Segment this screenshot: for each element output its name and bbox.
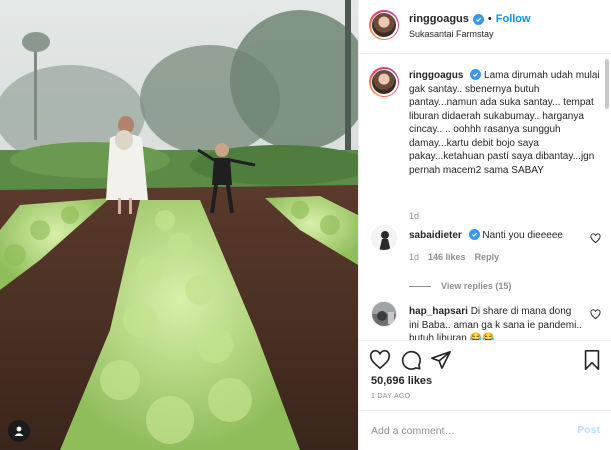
comment-text: hap_hapsari Di share di mana dong ini Ba… — [409, 305, 584, 340]
replies-line — [409, 285, 431, 287]
caption-avatar[interactable] — [369, 67, 399, 97]
commenter-avatar[interactable] — [371, 225, 397, 251]
caption-text: ringgoagus Lama dirumah udah mulai gak s… — [409, 69, 607, 177]
tagged-user-icon[interactable] — [8, 420, 30, 442]
post-location[interactable]: Sukasantai Farmstay — [409, 29, 494, 39]
caption-username[interactable]: ringgoagus — [409, 70, 463, 81]
author-line: ringgoagus • Follow — [409, 13, 531, 25]
like-heart-icon[interactable] — [369, 349, 391, 371]
comment-text: sabaidieter Nanti you dieeeee — [409, 229, 584, 243]
person-icon — [14, 426, 24, 436]
author-avatar[interactable] — [369, 10, 399, 40]
comment-like-heart-icon[interactable] — [590, 233, 601, 244]
comment-like-heart-icon[interactable] — [590, 309, 601, 320]
verified-badge-icon — [470, 69, 482, 80]
view-replies-label: View replies (15) — [441, 281, 512, 291]
reply-button[interactable]: Reply — [475, 252, 500, 262]
post-actions: 50,696 likes 1 DAY AGO — [359, 340, 611, 410]
post-comment-button[interactable]: Post — [577, 424, 600, 436]
commenter-avatar[interactable] — [371, 301, 397, 327]
comment-meta: 1d 146 likes Reply — [409, 252, 499, 262]
share-paper-plane-icon[interactable] — [430, 349, 452, 371]
comment-likes[interactable]: 146 likes — [428, 252, 466, 262]
add-comment-bar: Post — [359, 410, 611, 450]
comment-input[interactable] — [371, 422, 561, 440]
verified-badge-icon — [472, 13, 484, 25]
caption-body: Lama dirumah udah mulai gak santay.. sbe… — [409, 70, 600, 176]
comments-scrollbar[interactable] — [605, 59, 609, 109]
caption-timestamp[interactable]: 1d — [409, 211, 419, 221]
post-header: ringgoagus • Follow Sukasantai Farmstay — [359, 0, 611, 54]
comment-username[interactable]: hap_hapsari — [409, 306, 468, 317]
follow-button[interactable]: Follow — [496, 13, 531, 25]
view-replies-button[interactable]: View replies (15) — [409, 281, 511, 291]
comment-timestamp[interactable]: 1d — [409, 252, 419, 262]
save-bookmark-icon[interactable] — [581, 349, 603, 371]
post-photo[interactable] — [0, 0, 358, 450]
author-username[interactable]: ringgoagus — [409, 13, 469, 25]
header-separator: • — [487, 13, 492, 25]
comment-body: Nanti you dieeeee — [482, 230, 563, 241]
verified-badge-icon — [468, 229, 480, 240]
comment-username[interactable]: sabaidieter — [409, 230, 462, 241]
farm-photo-image — [0, 0, 358, 450]
post-sidebar: ringgoagus • Follow Sukasantai Farmstay … — [358, 0, 611, 450]
likes-count[interactable]: 50,696 likes — [371, 375, 432, 387]
post-date[interactable]: 1 DAY AGO — [371, 393, 410, 400]
comments-list[interactable]: ringgoagus Lama dirumah udah mulai gak s… — [359, 55, 611, 340]
comment-bubble-icon[interactable] — [400, 349, 422, 371]
